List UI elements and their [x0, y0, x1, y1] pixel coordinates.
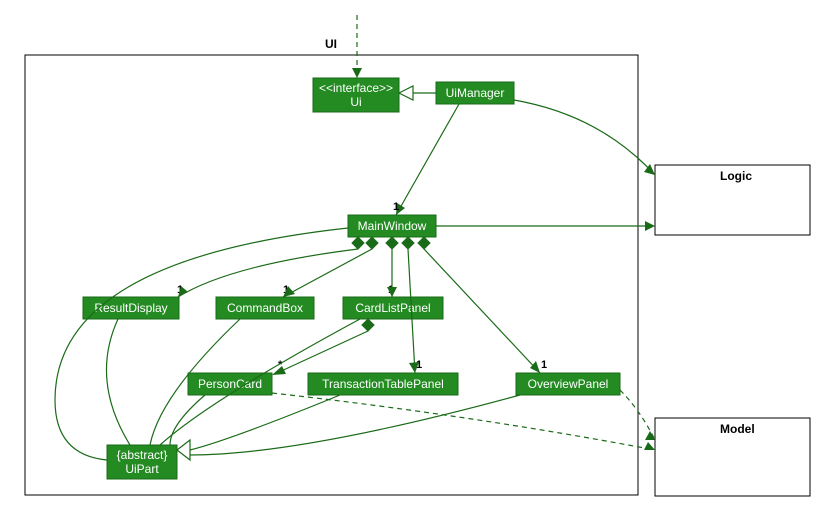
dia-mw-ov	[418, 237, 430, 249]
tri-uipart	[177, 440, 190, 460]
arrow-mainwindow-logic	[645, 221, 655, 231]
class-overview-panel-label: OverviewPanel	[528, 377, 609, 391]
dia-mw-cb	[366, 237, 378, 249]
tri-uimanager-ui	[399, 86, 413, 100]
dia-mw-tt	[402, 237, 414, 249]
class-main-window-label: MainWindow	[358, 219, 427, 233]
edge-cardlist-personcard	[277, 331, 368, 373]
class-ui-interface-name: Ui	[350, 95, 361, 109]
edge-uimanager-mainwindow	[396, 104, 459, 215]
package-ui	[25, 55, 638, 495]
edge-uimanager-logic	[514, 100, 655, 175]
arrowhead-dep-ui	[352, 68, 362, 78]
mult-mainwindow: 1	[393, 201, 399, 213]
edge-mw-commandbox	[283, 249, 372, 297]
dia-mw-rd	[352, 237, 364, 249]
arr-dep-model	[644, 442, 655, 450]
dia-mw-cl	[386, 237, 398, 249]
class-ui-part-stereo: {abstract}	[117, 448, 168, 462]
mult-overview: 1	[541, 359, 547, 371]
class-transaction-table-panel-label: TransactionTablePanel	[322, 377, 444, 391]
class-card-list-panel-label: CardListPanel	[355, 301, 430, 315]
package-model-label: Model	[720, 422, 755, 436]
class-ui-manager-label: UiManager	[446, 86, 505, 100]
class-ui-interface-stereo: <<interface>>	[319, 81, 393, 95]
edge-dep-pc-model	[272, 393, 655, 450]
edge-gen-pc-uipart	[170, 395, 205, 445]
edge-gen-rd-uipart	[106, 319, 130, 445]
edge-mw-resultdisplay	[178, 249, 358, 297]
arr-dep-model2	[645, 431, 655, 440]
package-logic-label: Logic	[720, 169, 752, 183]
edge-gen-mw-uipart	[55, 228, 348, 460]
package-ui-label: UI	[325, 37, 337, 51]
edge-gen-ov-uipart	[190, 395, 520, 455]
class-person-card-label: PersonCard	[198, 377, 262, 391]
class-ui-part-name: UiPart	[125, 462, 159, 476]
class-command-box-label: CommandBox	[227, 301, 303, 315]
arr-mw-ov	[530, 361, 540, 373]
dia-cl-pc	[362, 319, 374, 331]
